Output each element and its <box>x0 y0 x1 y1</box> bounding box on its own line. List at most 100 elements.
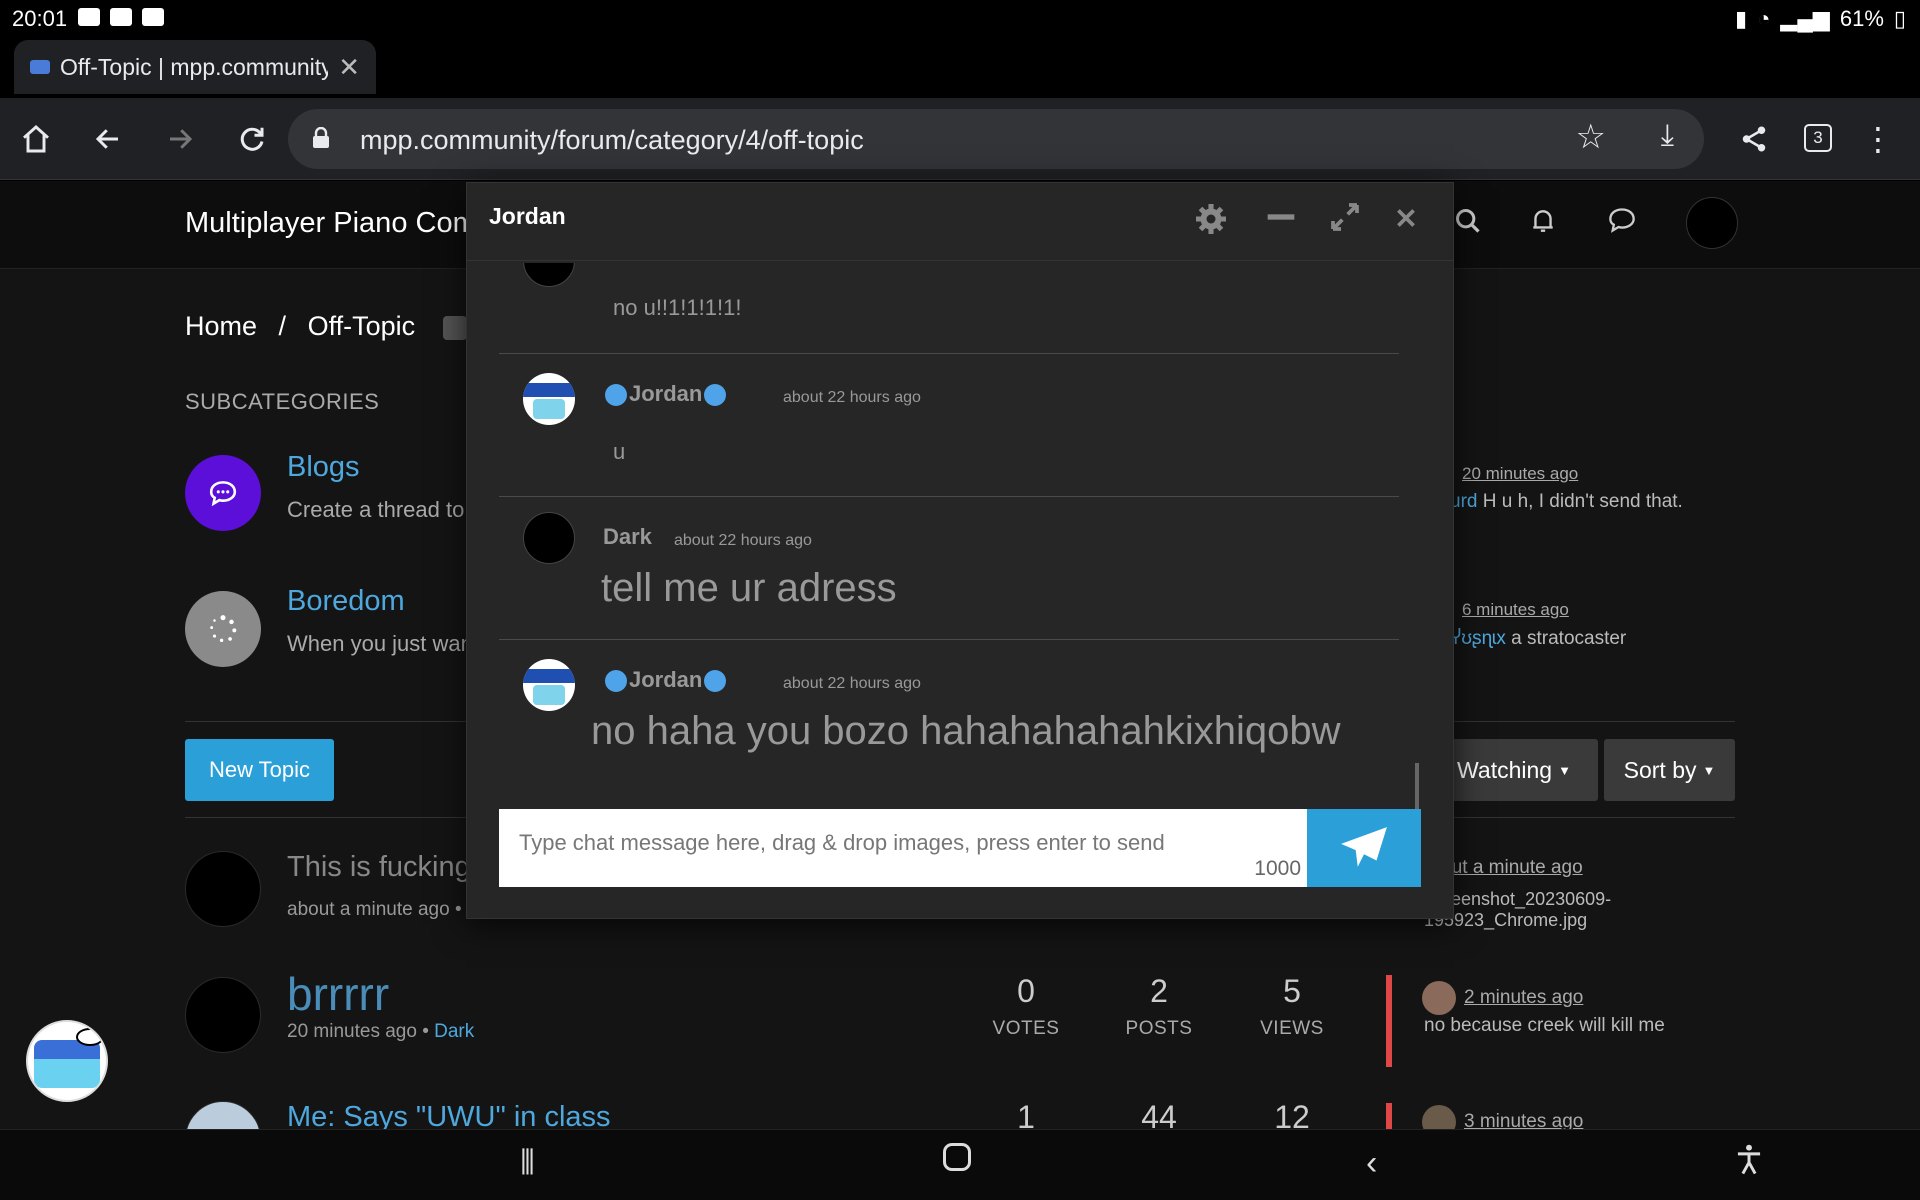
last-post-time[interactable]: 20 minutes ago <box>1462 464 1578 483</box>
avatar-image <box>34 1040 100 1088</box>
browser-toolbar: mpp.community/forum/category/4/off-topic… <box>0 98 1920 180</box>
message-author-avatar[interactable] <box>523 263 575 287</box>
new-topic-button[interactable]: New Topic <box>185 739 334 801</box>
expand-icon[interactable] <box>1329 201 1361 242</box>
more-menu-icon[interactable]: ⋮ <box>1854 115 1902 163</box>
breadcrumb-current: Off-Topic <box>307 311 416 341</box>
topic-title[interactable]: Me: Says "UWU" in class <box>287 1101 611 1129</box>
category-name-boredom[interactable]: Boredom <box>287 585 405 618</box>
system-navigation-bar: ⦀ ‹ <box>0 1129 1920 1200</box>
sort-dropdown[interactable]: Sort by ▼ <box>1604 739 1735 801</box>
chat-header[interactable]: Jordan <box>467 183 1453 261</box>
votes-stat: 0 VOTES <box>971 973 1081 1040</box>
votes-label: VOTES <box>992 1018 1060 1039</box>
home-icon[interactable] <box>12 115 60 163</box>
topic-title[interactable]: brrrrr <box>287 967 389 1021</box>
battery-icon: ▯ <box>1893 6 1906 31</box>
emoji-icon <box>605 670 627 693</box>
floating-chat-avatar[interactable] <box>26 1020 108 1102</box>
battery-saver-icon: ▮ <box>1735 6 1748 31</box>
last-post-user[interactable]: urd <box>1450 491 1477 512</box>
browser-tab[interactable]: Off-Topic | mpp.community ✕ <box>14 40 376 94</box>
gear-icon[interactable] <box>1193 201 1229 246</box>
message-author-avatar[interactable] <box>523 373 575 425</box>
last-post-user[interactable]: Ⴤʊʂɳɩх <box>1450 628 1506 649</box>
last-poster-avatar[interactable] <box>1422 1105 1456 1129</box>
search-icon[interactable] <box>1454 207 1482 242</box>
bookmark-star-icon[interactable]: ☆ <box>1576 117 1606 157</box>
topic-author-avatar[interactable] <box>185 1101 261 1129</box>
user-avatar[interactable] <box>1686 197 1738 249</box>
topic-last-post: 2 minutes ago <box>1422 981 1583 1015</box>
chat-modal: Jordan no u!!1!1!1!1! Jordan about 22 ho… <box>466 182 1454 919</box>
category-name-blogs[interactable]: Blogs <box>287 451 360 484</box>
posts-count: 44 <box>1141 1099 1177 1129</box>
topic-meta-time: 20 minutes ago • <box>287 1021 429 1042</box>
recent-apps-icon[interactable]: ⦀ <box>520 1144 535 1183</box>
tab-strip: Off-Topic | mpp.community ✕ <box>0 38 1920 98</box>
message-author[interactable]: Dark <box>603 524 652 550</box>
paper-plane-icon <box>1341 827 1387 867</box>
tab-switcher-button[interactable]: 3 <box>1804 124 1832 152</box>
chat-composer: 1000 <box>499 809 1307 887</box>
emoji-icon <box>704 670 727 693</box>
gallery-icon <box>78 8 100 26</box>
message-author[interactable]: Jordan <box>603 667 728 693</box>
lock-icon[interactable] <box>312 127 330 149</box>
last-poster-avatar[interactable] <box>1422 981 1456 1015</box>
send-button[interactable] <box>1307 809 1421 887</box>
close-icon[interactable] <box>1393 201 1419 240</box>
status-bar: 20:01 ▮ ◔ ▂▄▆ 61% ▯ <box>0 0 1920 38</box>
download-icon[interactable]: ⤓ <box>1661 119 1674 153</box>
views-stat: 5 VIEWS <box>1237 973 1347 1040</box>
topic-meta-user[interactable]: Dark <box>434 1021 474 1042</box>
watching-dropdown[interactable]: Watching ▼ <box>1430 739 1598 801</box>
topic-title[interactable]: This is fucking <box>287 851 471 884</box>
votes-count: 1 <box>1017 1099 1035 1129</box>
chats-icon[interactable] <box>1608 207 1636 240</box>
chat-messages[interactable]: no u!!1!1!1!1! Jordan about 22 hours ago… <box>499 263 1399 773</box>
close-tab-icon[interactable]: ✕ <box>338 52 360 83</box>
caret-down-icon: ▼ <box>1558 762 1571 778</box>
breadcrumb-separator: / <box>278 311 287 341</box>
back-icon[interactable] <box>84 115 132 163</box>
message-author[interactable]: Jordan <box>603 381 728 407</box>
topic-author-avatar[interactable] <box>185 977 261 1053</box>
share-icon[interactable] <box>1730 115 1778 163</box>
message-time: about 22 hours ago <box>674 532 812 549</box>
last-post-time[interactable]: 2 minutes ago <box>1464 987 1583 1008</box>
topic-author-avatar[interactable] <box>185 851 261 927</box>
views-count: 12 <box>1274 1099 1310 1129</box>
folder-icon <box>110 8 132 26</box>
blogs-last-post-text: urd H u h, I didn't send that. <box>1450 491 1683 513</box>
signal-icon: ▂▄▆ <box>1780 6 1830 31</box>
last-post-time[interactable]: 3 minutes ago <box>1464 1111 1583 1129</box>
breadcrumb-home[interactable]: Home <box>185 311 257 341</box>
message-author-avatar[interactable] <box>523 512 575 564</box>
home-button-icon[interactable] <box>942 1142 972 1181</box>
reload-icon[interactable] <box>228 115 276 163</box>
notifications-bell-icon[interactable] <box>1530 207 1556 242</box>
minimize-icon[interactable] <box>1265 201 1297 242</box>
battery-level: 61% <box>1839 6 1884 31</box>
last-post-snippet: no because creek will kill me <box>1424 1015 1665 1036</box>
back-button-icon[interactable]: ‹ <box>1366 1144 1377 1183</box>
message-author-avatar[interactable] <box>523 659 575 711</box>
accessibility-icon[interactable] <box>1734 1144 1764 1185</box>
views-count: 5 <box>1283 973 1301 1009</box>
topic-meta: 20 minutes ago • Dark <box>287 1021 474 1043</box>
forward-icon[interactable] <box>156 115 204 163</box>
rss-icon[interactable] <box>442 315 467 340</box>
last-post-snippet: Screenshot_20230609-195923_Chrome.jpg <box>1424 889 1612 930</box>
last-post-time[interactable]: 6 minutes ago <box>1462 600 1569 619</box>
url-text[interactable]: mpp.community/forum/category/4/off-topic <box>360 125 864 156</box>
chat-message-input[interactable] <box>499 809 1307 863</box>
topic-last-post: 3 minutes ago <box>1422 1105 1583 1129</box>
blogs-category-icon[interactable] <box>185 455 261 531</box>
posts-stat: 44 <box>1104 1099 1214 1129</box>
chat-title: Jordan <box>489 203 566 229</box>
posts-count: 2 <box>1150 973 1168 1009</box>
views-stat: 12 <box>1237 1099 1347 1129</box>
address-bar[interactable]: mpp.community/forum/category/4/off-topic… <box>288 109 1704 169</box>
boredom-category-icon[interactable] <box>185 591 261 667</box>
